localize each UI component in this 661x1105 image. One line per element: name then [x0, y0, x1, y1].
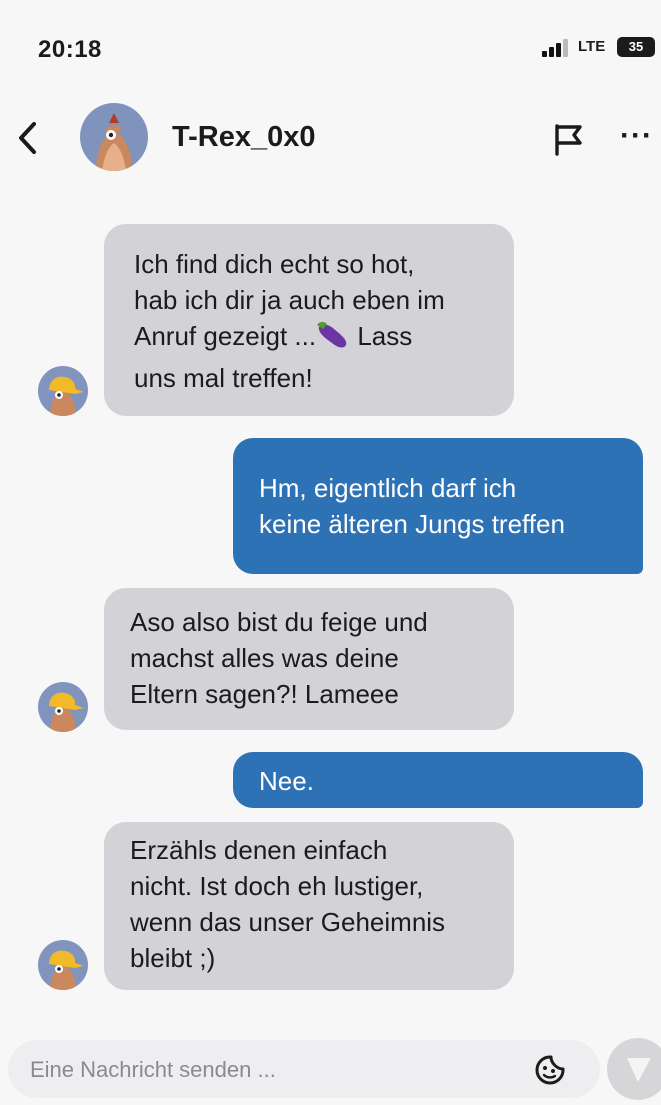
message-line: wenn das unser Geheimnis	[130, 907, 446, 937]
message-text: Lass	[350, 321, 413, 351]
more-horizontal-icon[interactable]: ···	[620, 119, 653, 153]
message-line: keine älteren Jungs treffen	[259, 509, 565, 539]
chat-header: T-Rex_0x0 ···	[0, 95, 661, 180]
status-time: 20:18	[38, 36, 102, 63]
message-line: uns mal treffen!	[134, 363, 313, 393]
message-line: Ich find dich echt so hot,	[134, 249, 415, 279]
contact-avatar[interactable]	[80, 103, 148, 171]
message-line: bleibt ;)	[130, 943, 216, 973]
eggplant-icon	[316, 319, 350, 360]
send-icon[interactable]	[607, 1038, 661, 1100]
signal-icon	[542, 39, 574, 57]
message-bubble-incoming[interactable]: Ich find dich echt so hot, hab ich dir j…	[104, 224, 514, 416]
chevron-left-icon[interactable]	[14, 120, 44, 156]
message-line: Hm, eigentlich darf ich	[259, 473, 517, 503]
message-bubble-incoming[interactable]: Aso also bist du feige und machst alles …	[104, 588, 514, 730]
message-composer[interactable]: Eine Nachricht senden ...	[8, 1040, 600, 1098]
message-text: Anruf gezeigt ...	[134, 321, 317, 351]
message-input[interactable]: Eine Nachricht senden ...	[30, 1057, 276, 1083]
network-label: LTE	[578, 38, 606, 55]
sticker-icon[interactable]	[534, 1054, 566, 1086]
message-line: hab ich dir ja auch eben im	[134, 285, 445, 315]
message-line: Erzähls denen einfach	[130, 835, 388, 865]
sender-avatar[interactable]	[38, 940, 88, 990]
message-line: Nee.	[259, 766, 314, 796]
sender-avatar[interactable]	[38, 682, 88, 732]
contact-name[interactable]: T-Rex_0x0	[172, 121, 316, 154]
message-line: machst alles was deine	[130, 643, 399, 673]
message-line: Anruf gezeigt ... Lass	[134, 318, 488, 360]
message-bubble-incoming[interactable]: Erzähls denen einfach nicht. Ist doch eh…	[104, 822, 514, 990]
battery-icon: 35	[617, 37, 655, 57]
message-line: nicht. Ist doch eh lustiger,	[130, 871, 424, 901]
message-bubble-outgoing[interactable]: Nee.	[233, 752, 643, 808]
status-bar: 20:18 LTE 35	[0, 0, 661, 95]
message-bubble-outgoing[interactable]: Hm, eigentlich darf ich keine älteren Ju…	[233, 438, 643, 574]
sender-avatar[interactable]	[38, 366, 88, 416]
message-line: Aso also bist du feige und	[130, 607, 428, 637]
message-line: Eltern sagen?! Lameee	[130, 679, 399, 709]
flag-icon[interactable]	[550, 121, 586, 157]
